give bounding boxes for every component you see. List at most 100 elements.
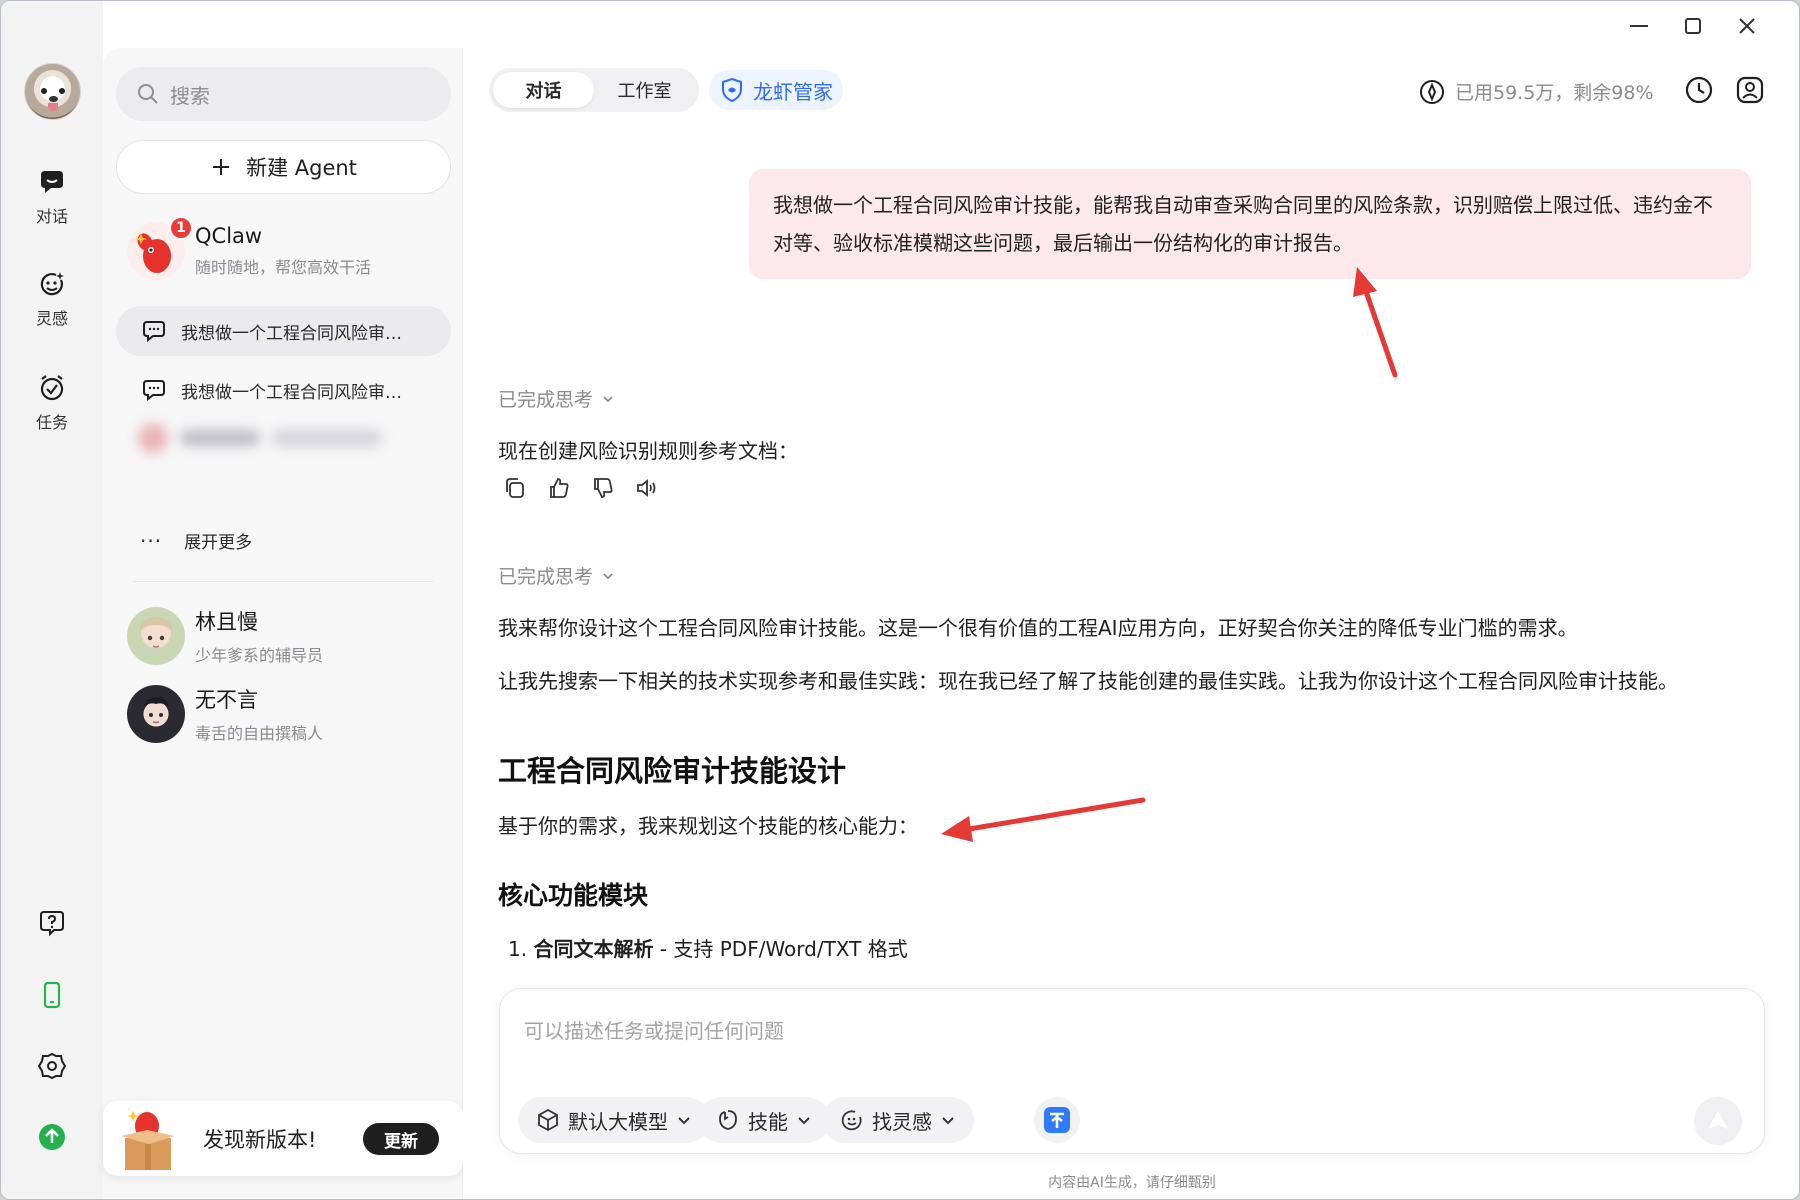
- quota-text: 已用59.5万，剩余98%: [1455, 82, 1654, 104]
- inspiration-label: 找灵感: [872, 1109, 932, 1134]
- app-window: 对话 灵感 任务 搜索 新建 Agent 1 QClaw 随时随地，帮您高效干活…: [0, 0, 1800, 1200]
- model-selector[interactable]: 默认大模型: [518, 1097, 710, 1143]
- qclaw-avatar: 1: [127, 216, 193, 280]
- update-text: 发现新版本!: [203, 1127, 317, 1152]
- quota-indicator[interactable]: 已用59.5万，剩余98%: [1419, 78, 1654, 105]
- rail-item-task[interactable]: 任务: [15, 363, 89, 443]
- avatar-nose: [49, 96, 58, 102]
- conversation-item[interactable]: 我想做一个工程合同风险审…: [116, 306, 451, 356]
- upgrade-button[interactable]: [34, 1119, 70, 1155]
- sidebar-divider: [133, 581, 433, 582]
- contact-desc: 毒舌的自由撰稿人: [195, 724, 324, 743]
- settings-button[interactable]: [34, 1048, 70, 1084]
- model-label: 默认大模型: [568, 1109, 668, 1134]
- section-subheading: 核心功能模块: [498, 881, 649, 910]
- rail-item-chat[interactable]: 对话: [15, 157, 89, 237]
- skill-selector[interactable]: 技能: [698, 1097, 830, 1143]
- user-message: 我想做一个工程合同风险审计技能，能帮我自动审查采购合同里的风险条款，识别赔偿上限…: [749, 169, 1751, 279]
- assistant-text: 现在创建风险识别规则参考文档：: [498, 439, 798, 463]
- plus-icon: [213, 159, 230, 175]
- maximize-icon[interactable]: [1678, 11, 1708, 41]
- send-button[interactable]: [1694, 1097, 1742, 1145]
- help-icon: [40, 911, 64, 937]
- assistant-text: 基于你的需求，我来规划这个技能的核心能力：: [498, 814, 918, 838]
- chevron-down-icon: [678, 1117, 690, 1125]
- list-bold: 合同文本解析: [533, 937, 654, 961]
- thumbs-up-icon[interactable]: [547, 476, 571, 500]
- agent-name: QClaw: [195, 224, 263, 248]
- chevron-down-icon: [942, 1117, 954, 1125]
- contact-name: 无不言: [195, 688, 258, 712]
- task-clock-icon: [40, 375, 64, 401]
- profile-icon[interactable]: [1735, 75, 1765, 105]
- expand-more-button[interactable]: ··· 展开更多: [140, 528, 253, 554]
- message-actions: [503, 476, 659, 500]
- ai-disclaimer: 内容由AI生成，请仔细甄别: [1048, 1175, 1216, 1191]
- contact-desc: 少年爹系的辅导员: [195, 646, 324, 665]
- upgrade-icon: [39, 1124, 65, 1150]
- phone-button[interactable]: [34, 977, 70, 1013]
- tab-chat[interactable]: 对话: [493, 72, 594, 108]
- assistant-text: 让我先搜索一下相关的技术实现参考和最佳实践：现在我已经了解了技能创建的最佳实践。…: [498, 669, 1678, 693]
- blurred-avatar: [138, 423, 168, 453]
- thinking-toggle[interactable]: 已完成思考: [498, 562, 615, 589]
- inspiration-selector[interactable]: 找灵感: [822, 1097, 974, 1143]
- contact-avatar: [127, 607, 185, 665]
- translate-button[interactable]: [1034, 1097, 1080, 1143]
- agent-item-qclaw[interactable]: 1 QClaw 随时随地，帮您高效干活: [116, 213, 451, 289]
- search-placeholder: 搜索: [170, 83, 210, 108]
- unread-badge: 1: [169, 216, 193, 240]
- expand-more-label: 展开更多: [184, 533, 253, 553]
- assistant-text: 我来帮你设计这个工程合同风险审计技能。这是一个很有价值的工程AI应用方向，正好契…: [498, 616, 1578, 640]
- conversation-title: 我想做一个工程合同风险审…: [181, 382, 402, 403]
- conversation-title: 我想做一个工程合同风险审…: [181, 323, 402, 344]
- contact-name: 林且慢: [195, 610, 258, 634]
- gift-box-icon: [117, 1106, 181, 1172]
- chat-outline-icon: [143, 380, 165, 402]
- new-agent-button[interactable]: 新建 Agent: [116, 140, 451, 194]
- thinking-label: 已完成思考: [498, 389, 594, 411]
- composer: 可以描述任务或提问任何问题 默认大模型 技能 找灵感: [499, 988, 1765, 1154]
- copy-icon[interactable]: [503, 476, 527, 500]
- update-card: 发现新版本! 更新: [103, 1101, 463, 1176]
- message-input[interactable]: 可以描述任务或提问任何问题: [524, 1015, 784, 1044]
- close-icon[interactable]: [1732, 11, 1762, 41]
- agent-desc: 随时随地，帮您高效干活: [195, 258, 372, 277]
- agent-text: QClaw 随时随地，帮您高效干活: [195, 224, 371, 278]
- butler-button[interactable]: 龙虾管家: [709, 70, 843, 110]
- user-avatar[interactable]: [24, 63, 81, 120]
- contact-item[interactable]: 林且慢 少年爹系的辅导员: [116, 598, 451, 674]
- anime-face-icon: [143, 697, 169, 724]
- speaker-icon[interactable]: [635, 476, 659, 500]
- rail-item-inspiration[interactable]: 灵感: [15, 259, 89, 339]
- help-button[interactable]: [34, 905, 70, 941]
- annotation-arrow: [1353, 267, 1398, 378]
- update-button[interactable]: 更新: [363, 1123, 439, 1155]
- history-icon[interactable]: [1684, 75, 1714, 105]
- chat-bubble-icon: [41, 171, 63, 193]
- chevron-down-icon: [603, 572, 613, 579]
- main-panel: 对话 工作室 龙虾管家 已用59.5万，剩余98% 我想做一个工程合同风险审计技…: [463, 48, 1799, 1199]
- inspiration-face-icon: [40, 272, 64, 296]
- left-rail: 对话 灵感 任务: [1, 1, 103, 1199]
- annotation-arrow: [941, 797, 1146, 842]
- chevron-down-icon: [603, 395, 613, 402]
- sidebar: 搜索 新建 Agent 1 QClaw 随时随地，帮您高效干活 我想做一个工程合…: [103, 48, 463, 1199]
- contact-text: 无不言 毒舌的自由撰稿人: [195, 684, 323, 744]
- skill-icon: [719, 1110, 737, 1130]
- contact-avatar: [127, 685, 185, 743]
- tab-studio[interactable]: 工作室: [594, 72, 695, 108]
- search-icon: [138, 84, 158, 104]
- thinking-toggle[interactable]: 已完成思考: [498, 385, 615, 412]
- blurred-conversation[interactable]: [138, 423, 408, 453]
- conversation-item[interactable]: 我想做一个工程合同风险审…: [116, 365, 451, 415]
- blurred-text: [180, 430, 260, 446]
- contact-item[interactable]: 无不言 毒舌的自由撰稿人: [116, 676, 451, 752]
- minimize-icon[interactable]: [1624, 11, 1654, 41]
- thumbs-down-icon[interactable]: [591, 476, 615, 500]
- search-input[interactable]: 搜索: [116, 67, 451, 121]
- token-icon: [1420, 79, 1444, 104]
- avatar-eye: [59, 88, 65, 94]
- list-rest: - 支持 PDF/Word/TXT 格式: [653, 937, 908, 961]
- section-heading: 工程合同风险审计技能设计: [498, 754, 847, 788]
